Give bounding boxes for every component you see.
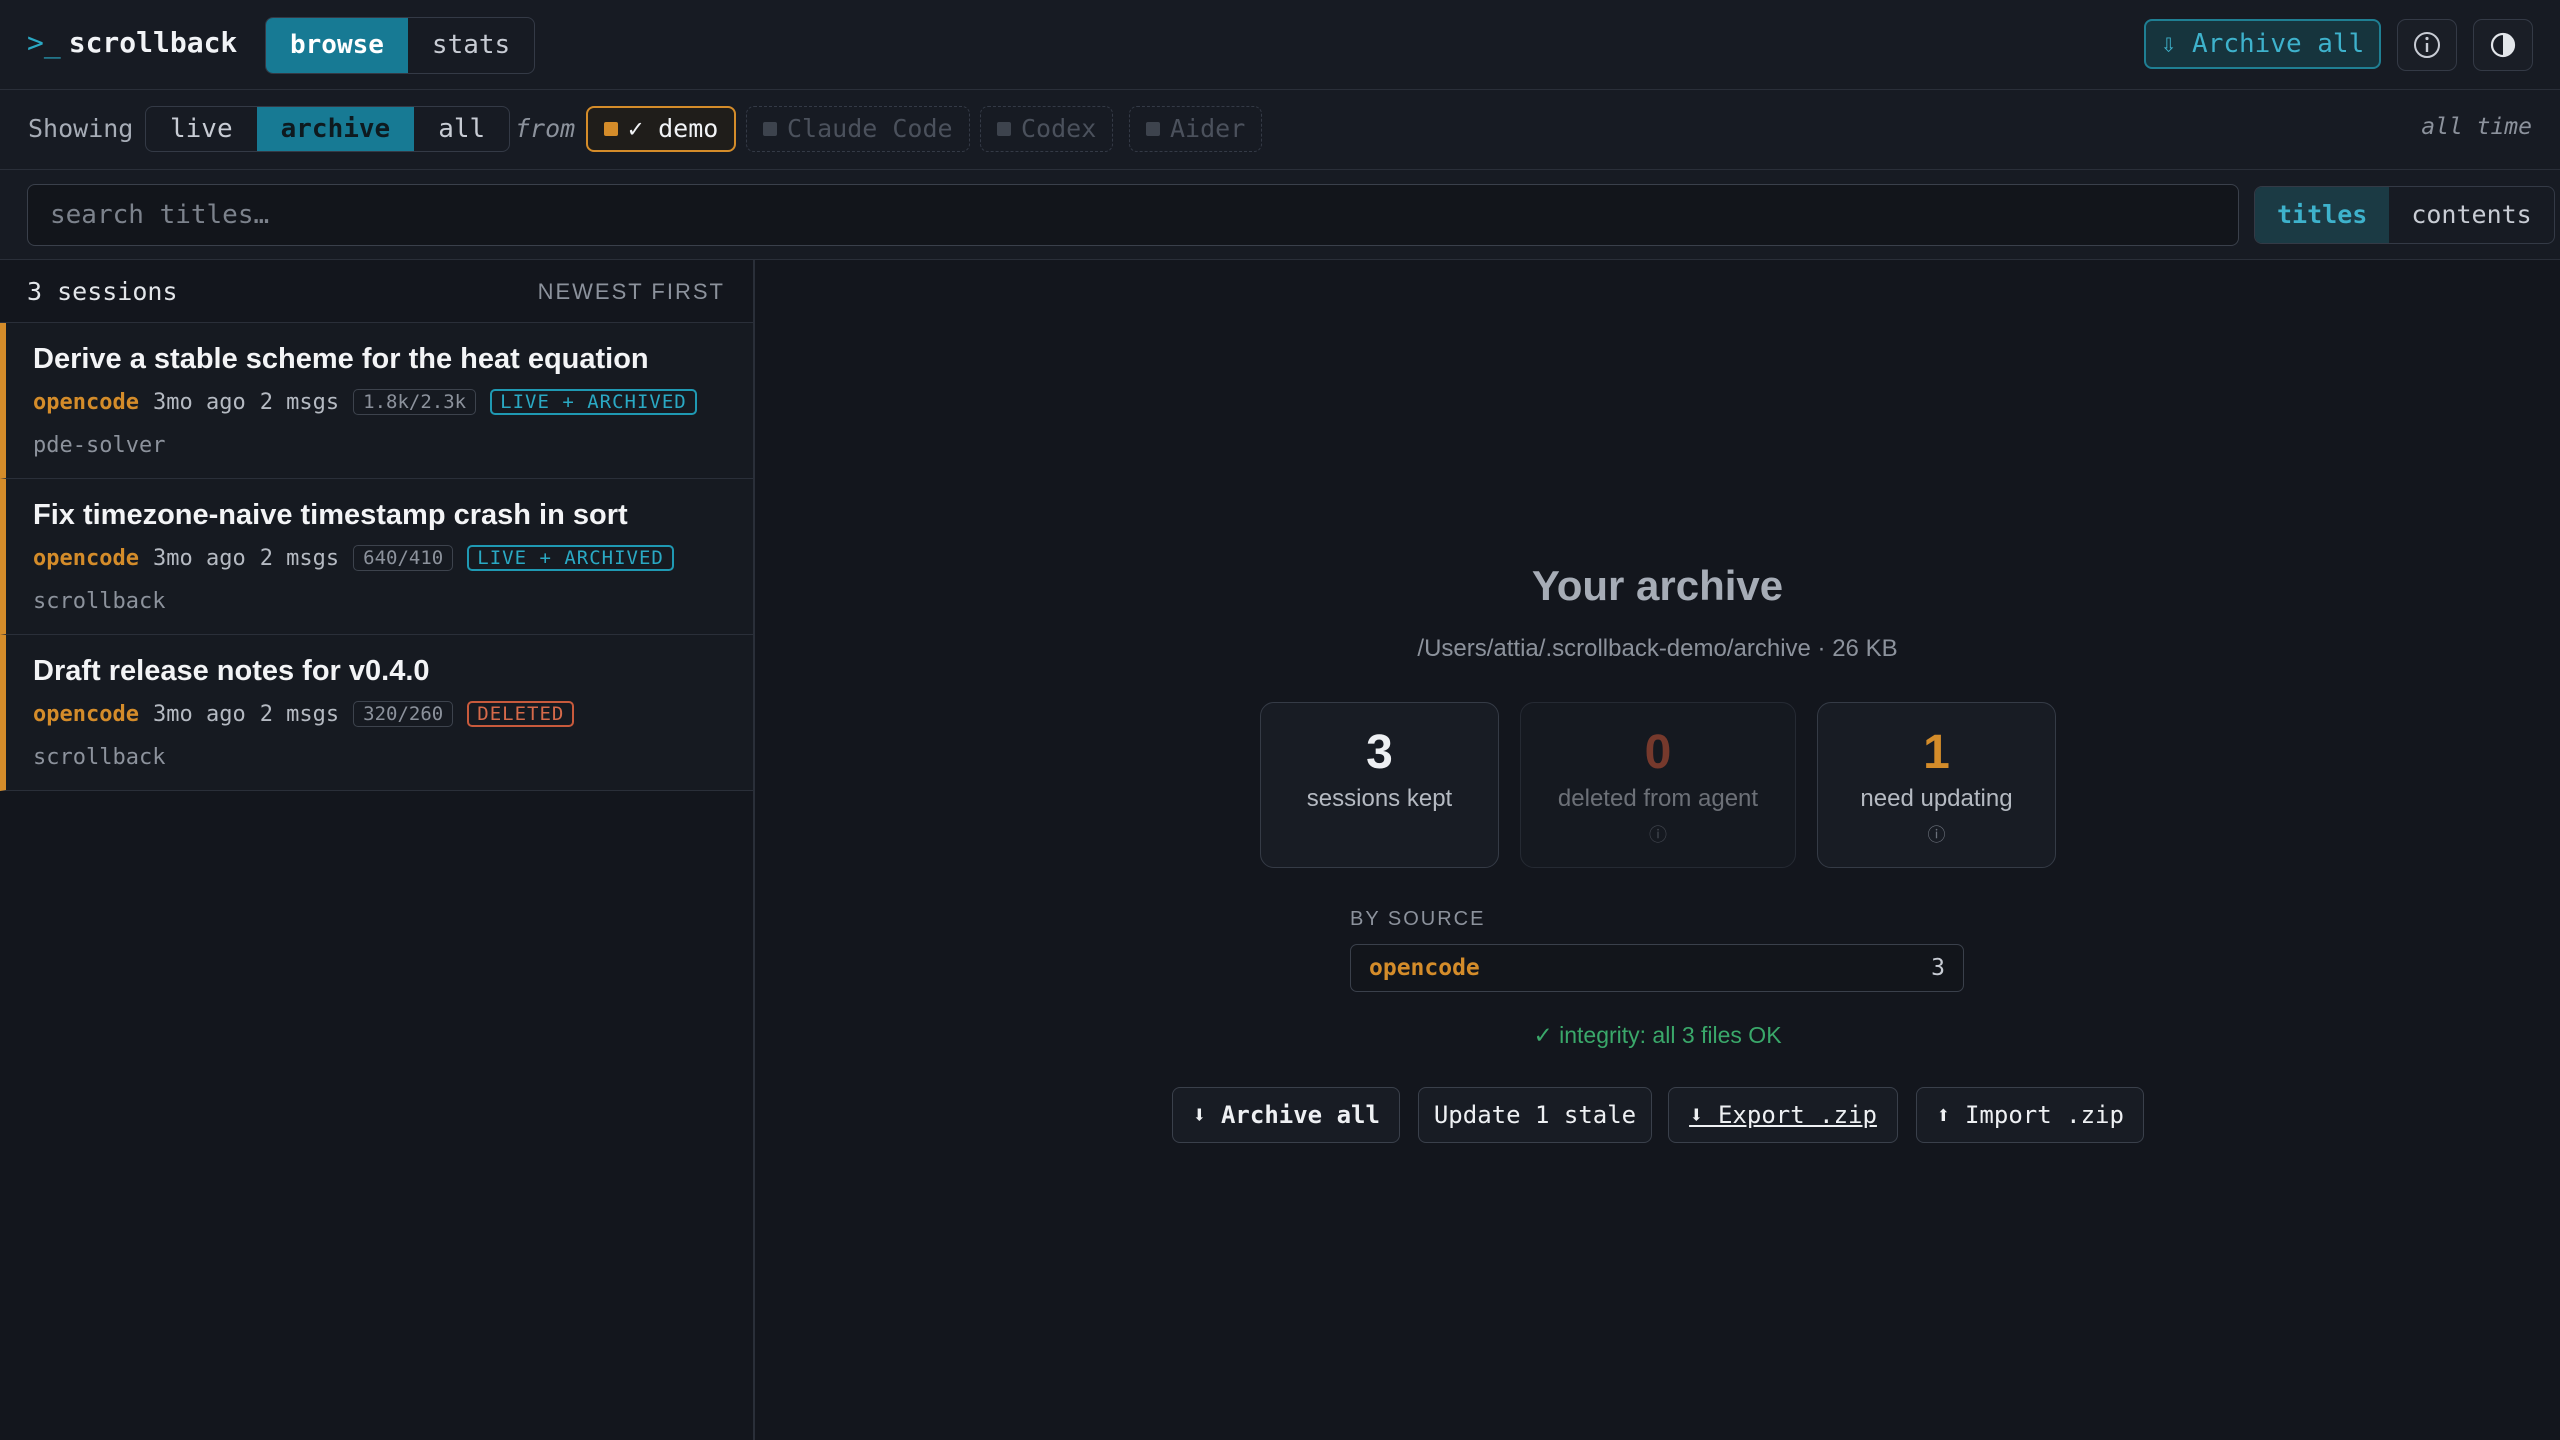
archive-all-button[interactable]: ⬇ Archive all <box>1172 1087 1400 1143</box>
tab-stats[interactable]: stats <box>408 18 534 73</box>
session-title: Fix timezone-naive timestamp crash in so… <box>33 499 628 531</box>
source-chip-aider[interactable]: Aider <box>1129 106 1263 152</box>
by-source-heading: BY SOURCE <box>1350 908 1486 930</box>
app-brand: >_ scrollback <box>27 26 237 59</box>
import-zip-button[interactable]: ⬆ Import .zip <box>1916 1087 2144 1143</box>
stat-label: deleted from agent <box>1557 785 1759 812</box>
session-source: opencode <box>33 389 139 415</box>
status-badge: LIVE + ARCHIVED <box>467 545 674 571</box>
update-stale-button[interactable]: Update 1 stale <box>1418 1087 1652 1143</box>
info-button[interactable] <box>2397 19 2457 71</box>
by-source-name: opencode <box>1369 955 1480 981</box>
source-color-swatch <box>1146 122 1160 136</box>
archive-overview-panel: Your archive /Users/attia/.scrollback-de… <box>755 260 2560 1440</box>
session-item[interactable]: Fix timezone-naive timestamp crash in so… <box>0 479 753 635</box>
session-list-panel: 3 sessions NEWEST FIRST Derive a stable … <box>0 260 755 1440</box>
scope-toggle: live archive all <box>145 106 511 152</box>
source-chip-label: Claude Code <box>787 114 953 143</box>
source-chip-label: ✓ demo <box>628 114 719 143</box>
session-meta: opencode 3mo ago 2 msgs 640/410 LIVE + A… <box>33 545 674 571</box>
theme-toggle-button[interactable] <box>2473 19 2533 71</box>
by-source-row: opencode 3 <box>1350 944 1964 992</box>
export-zip-label: ⬇ Export .zip <box>1689 1101 1877 1129</box>
session-source: opencode <box>33 545 139 571</box>
contrast-icon <box>2490 32 2516 58</box>
stat-label: sessions kept <box>1306 785 1453 812</box>
top-bar: >_ scrollback browse stats ⇩ Archive all <box>0 0 2560 90</box>
search-mode-contents[interactable]: contents <box>2389 187 2553 243</box>
scope-archive[interactable]: archive <box>256 107 415 151</box>
source-color-swatch <box>997 122 1011 136</box>
session-age: 3mo ago <box>152 701 246 727</box>
archive-title: Your archive <box>1531 562 1784 609</box>
source-chip-claude-code[interactable]: Claude Code <box>746 106 970 152</box>
source-chip-demo[interactable]: ✓ demo <box>586 106 737 152</box>
status-badge: LIVE + ARCHIVED <box>490 389 697 415</box>
session-title: Draft release notes for v0.4.0 <box>33 655 430 687</box>
app-name: scrollback <box>68 26 238 59</box>
source-color-swatch <box>763 122 777 136</box>
info-icon[interactable]: ⓘ <box>1521 821 1795 847</box>
stat-card-deleted: 0 deleted from agent ⓘ <box>1520 702 1796 868</box>
search-mode-toggle: titles contents <box>2254 186 2555 244</box>
info-icon[interactable]: ⓘ <box>1818 821 2055 847</box>
stat-value: 0 <box>1644 726 1672 779</box>
stat-label: need updating <box>1860 785 2013 812</box>
tab-browse[interactable]: browse <box>266 18 408 73</box>
archive-all-header-button[interactable]: ⇩ Archive all <box>2144 19 2381 69</box>
session-age: 3mo ago <box>152 545 246 571</box>
export-zip-button[interactable]: ⬇ Export .zip <box>1668 1087 1898 1143</box>
session-tokens: 640/410 <box>353 545 454 571</box>
source-chip-label: Codex <box>1021 114 1097 143</box>
archive-path: /Users/attia/.scrollback-demo/archive · … <box>1417 635 1898 662</box>
from-label: from <box>515 114 576 143</box>
showing-label: Showing <box>28 114 134 143</box>
session-tokens: 1.8k/2.3k <box>353 389 477 415</box>
session-item[interactable]: Draft release notes for v0.4.0 opencode … <box>0 635 753 791</box>
session-msg-count: 2 msgs <box>259 389 340 415</box>
session-source: opencode <box>33 701 139 727</box>
session-project: scrollback <box>33 745 166 770</box>
source-chip-codex[interactable]: Codex <box>980 106 1114 152</box>
view-mode-toggle: browse stats <box>265 17 536 74</box>
search-mode-titles[interactable]: titles <box>2255 187 2390 243</box>
scope-all[interactable]: all <box>414 107 509 151</box>
time-range-selector[interactable]: all time <box>2421 114 2532 140</box>
session-msg-count: 2 msgs <box>259 545 340 571</box>
session-project: pde-solver <box>33 433 166 458</box>
terminal-prompt-icon: >_ <box>27 26 61 59</box>
source-chip-label: Aider <box>1170 114 1246 143</box>
search-bar: titles contents <box>0 170 2560 260</box>
session-title: Derive a stable scheme for the heat equa… <box>33 343 649 375</box>
session-meta: opencode 3mo ago 2 msgs 320/260 DELETED <box>33 701 575 727</box>
session-tokens: 320/260 <box>353 701 454 727</box>
info-icon <box>2414 32 2440 58</box>
by-source-count: 3 <box>1931 955 1945 981</box>
status-badge: DELETED <box>467 701 575 727</box>
sort-order[interactable]: NEWEST FIRST <box>538 279 725 305</box>
filter-bar: Showing live archive all from ✓ demo Cla… <box>0 90 2560 170</box>
session-meta: opencode 3mo ago 2 msgs 1.8k/2.3k LIVE +… <box>33 389 697 415</box>
stat-card-need-updating: 1 need updating ⓘ <box>1817 702 2056 868</box>
session-project: scrollback <box>33 589 166 614</box>
scope-live[interactable]: live <box>146 107 257 151</box>
source-color-swatch <box>604 122 618 136</box>
session-list: Derive a stable scheme for the heat equa… <box>0 323 753 791</box>
session-list-header: 3 sessions NEWEST FIRST <box>0 260 753 323</box>
session-age: 3mo ago <box>152 389 246 415</box>
session-count: 3 sessions <box>27 277 178 306</box>
integrity-status: ✓ integrity: all 3 files OK <box>1533 1022 1782 1048</box>
stat-value: 3 <box>1366 726 1393 779</box>
search-input[interactable] <box>27 184 2239 246</box>
stat-card-sessions-kept: 3 sessions kept <box>1260 702 1499 868</box>
session-msg-count: 2 msgs <box>259 701 340 727</box>
session-item[interactable]: Derive a stable scheme for the heat equa… <box>0 323 753 479</box>
stat-value: 1 <box>1923 726 1950 779</box>
